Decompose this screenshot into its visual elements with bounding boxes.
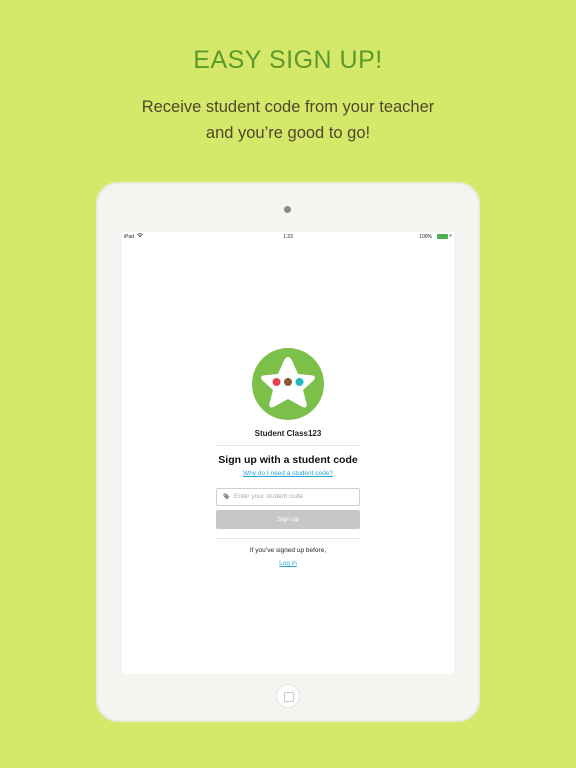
battery-percent: 100% (419, 234, 432, 240)
log-in-link[interactable]: Log in (122, 560, 454, 567)
promo-subline-2: and you’re good to go! (205, 124, 371, 142)
promo-headline: EASY SIGN UP! (193, 46, 383, 74)
student-code-placeholder: Enter your student code (234, 493, 304, 500)
status-bar: iPad 1:23 100% + (122, 232, 454, 242)
signup-title: Sign up with a student code (218, 454, 358, 466)
divider (216, 538, 360, 539)
divider (216, 445, 360, 446)
promo-subline-1: Receive student code from your teacher (141, 98, 435, 116)
status-time: 1:23 (283, 234, 293, 240)
charging-icon: + (449, 233, 452, 239)
why-code-link[interactable]: Why do I need a student code? (122, 470, 454, 477)
device-screen: iPad 1:23 100% + Student Class123 Sign u… (122, 232, 454, 674)
ipad-frame: iPad 1:23 100% + Student Class123 Sign u… (98, 184, 478, 720)
sign-up-button[interactable]: Sign up (216, 510, 360, 529)
tag-icon (223, 493, 230, 502)
app-name: Student Class123 (254, 429, 322, 438)
app-logo (252, 348, 324, 420)
star-logo-icon (261, 357, 315, 408)
battery-icon (437, 234, 448, 239)
camera-icon (284, 206, 291, 213)
student-code-input[interactable]: Enter your student code (216, 488, 360, 506)
signed-up-before-text: If you’ve signed up before, (249, 547, 327, 554)
home-button-icon (276, 684, 300, 708)
